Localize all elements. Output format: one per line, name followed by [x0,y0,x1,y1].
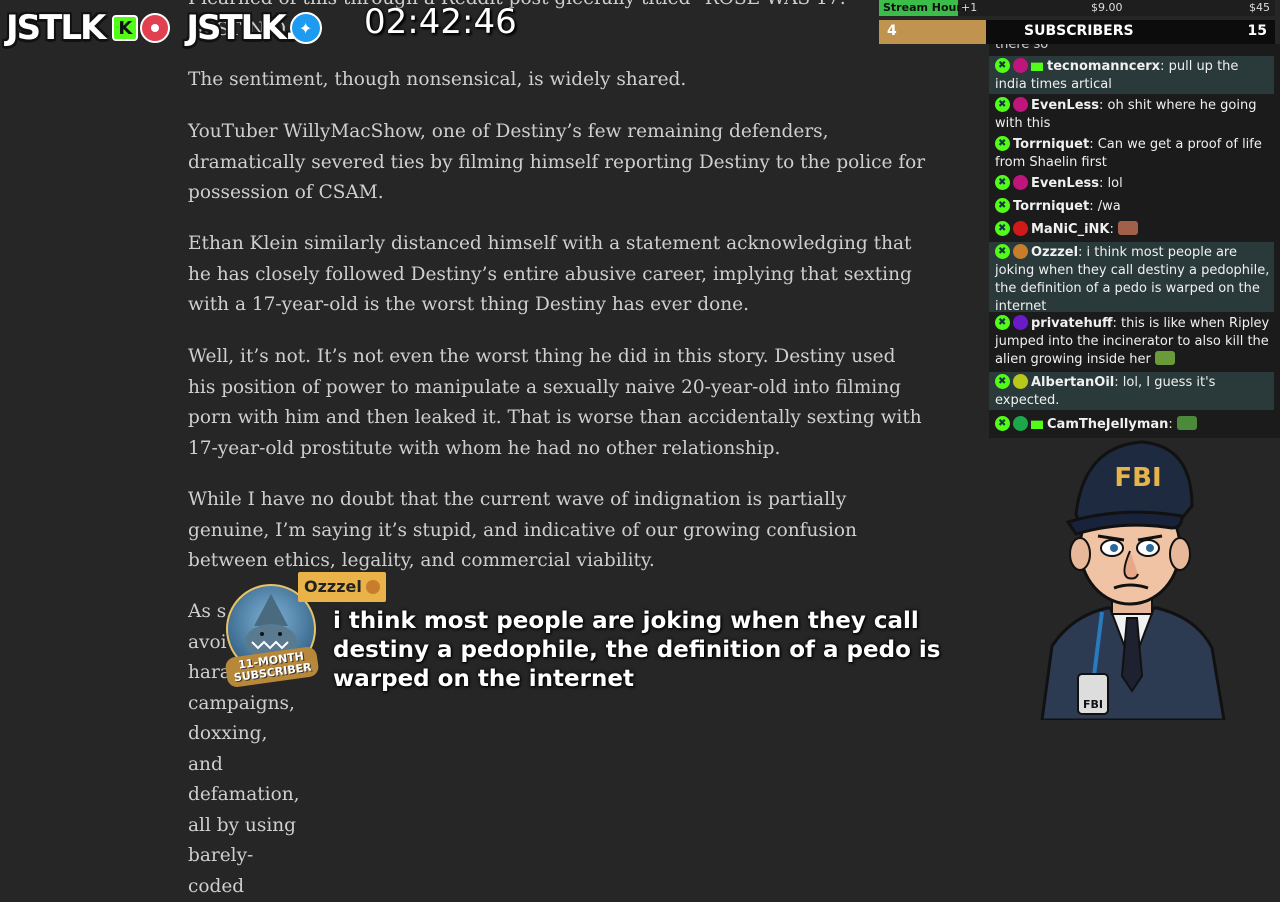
chat-username[interactable]: EvenLess [1031,98,1099,113]
chat-username[interactable]: Torrniquet [1013,137,1089,152]
highlight-username-tag: Ozzzel [298,572,386,602]
chat-text: lol [1107,176,1123,191]
chat-username[interactable]: Ozzzel [1031,245,1078,260]
goal-target: $45 [1249,1,1270,14]
highlight-message-text: i think most people are joking when they… [333,608,941,692]
chat-username[interactable]: Torrniquet [1013,199,1089,214]
chat-panel[interactable]: there so tecnomanncerx: pull up the indi… [989,44,1280,438]
article-paragraph: While I have no doubt that the current w… [188,489,857,571]
fbi-agent-illustration: FBI FBI [1040,440,1226,722]
chat-message: CamTheJellyman: [989,415,1274,434]
stream-timer: 02:42:46 [364,2,517,42]
gift-badge-icon [1031,62,1043,71]
goal-increment: +1 [961,1,978,14]
user-badge-icon [1013,244,1028,259]
chat-message: tecnomanncerx: pull up the india times a… [989,56,1274,94]
chat-username[interactable]: CamTheJellyman [1047,417,1168,432]
kick-badge-icon [995,220,1010,238]
chat-message-partial: there so [995,44,1049,52]
user-badge-icon [1013,221,1028,236]
chat-message: EvenLess: lol [989,174,1274,193]
jstlk-logo: JSTLK [6,8,106,48]
frog-emote-icon [1155,351,1176,365]
chat-message: AlbertanOil: lol, I guess it's expected. [989,372,1274,410]
chat-username[interactable]: AlbertanOil [1031,375,1114,390]
jstlk-logo: JSTLK. [186,8,297,48]
goal-label: Stream Hours [883,1,969,14]
stream-goal-bar: Stream Hours +1 $9.00 $45 [879,0,1275,16]
kick-badge-icon [995,135,1010,153]
subscriber-goal-bar: 4 SUBSCRIBERS 15 [879,20,1275,44]
chat-message: EvenLess: oh shit where he going with th… [989,96,1274,133]
user-badge-icon [1013,97,1028,112]
user-badge-icon [1013,374,1028,389]
article-paragraph: YouTuber WillyMacShow, one of Destiny’s … [188,121,926,203]
chat-username[interactable]: privatehuff [1031,316,1113,331]
user-badge-icon [1013,58,1028,73]
gift-badge-icon [1031,420,1043,429]
cap-text: FBI [1114,463,1161,493]
article-paragraph: The sentiment, though nonsensical, is wi… [188,69,687,90]
user-badge-icon [1013,416,1028,431]
chat-username[interactable]: EvenLess [1031,176,1099,191]
subs-count: 4 [887,23,897,39]
highlight-username: Ozzzel [304,577,362,596]
record-icon [140,13,171,43]
article-paragraph: Ethan Klein similarly distanced himself … [188,233,912,315]
chat-message: Torrniquet: Can we get a proof of life f… [989,135,1274,172]
chat-message: MaNiC_iNK: [989,220,1274,239]
frog-emote-icon [1176,416,1197,430]
chat-username[interactable]: tecnomanncerx [1047,59,1160,74]
fbi-cartoon-avatar: FBI FBI [1032,436,1232,722]
kick-badge-icon [995,197,1010,215]
chat-message: Torrniquet: /wa [989,197,1274,216]
kick-badge-icon [995,243,1010,261]
chat-text: /wa [1097,199,1121,214]
chat-message: privatehuff: this is like when Ripley ju… [989,314,1274,369]
kick-badge-icon [995,314,1010,332]
highlighted-message-popup: 11-MONTH SUBSCRIBER Ozzzel i think most … [224,572,1016,702]
kick-badge-icon [995,373,1010,391]
twitter-icon: ✦ [289,12,322,44]
kick-badge-icon [995,96,1010,114]
goal-amount: $9.00 [1091,1,1123,14]
user-badge-icon [1013,315,1028,330]
kick-badge-icon [995,174,1010,192]
chat-message: Ozzzel: i think most people are joking w… [989,242,1274,314]
kick-icon: K [112,15,139,41]
subs-label: SUBSCRIBERS [1024,23,1134,39]
subs-goal: 15 [1247,23,1267,39]
chat-username[interactable]: MaNiC_iNK [1031,222,1110,237]
user-badge-icon [1013,175,1028,190]
stream-logo-bar: JSTLK K JSTLK. ✦ [6,6,322,50]
face-emote-icon [1118,221,1139,235]
kick-badge-icon [995,57,1010,75]
kick-badge-icon [995,415,1010,433]
article-paragraph: Well, it’s not. It’s not even the worst … [188,346,922,459]
user-badge-icon [365,580,380,594]
lanyard-text: FBI [1083,698,1103,711]
